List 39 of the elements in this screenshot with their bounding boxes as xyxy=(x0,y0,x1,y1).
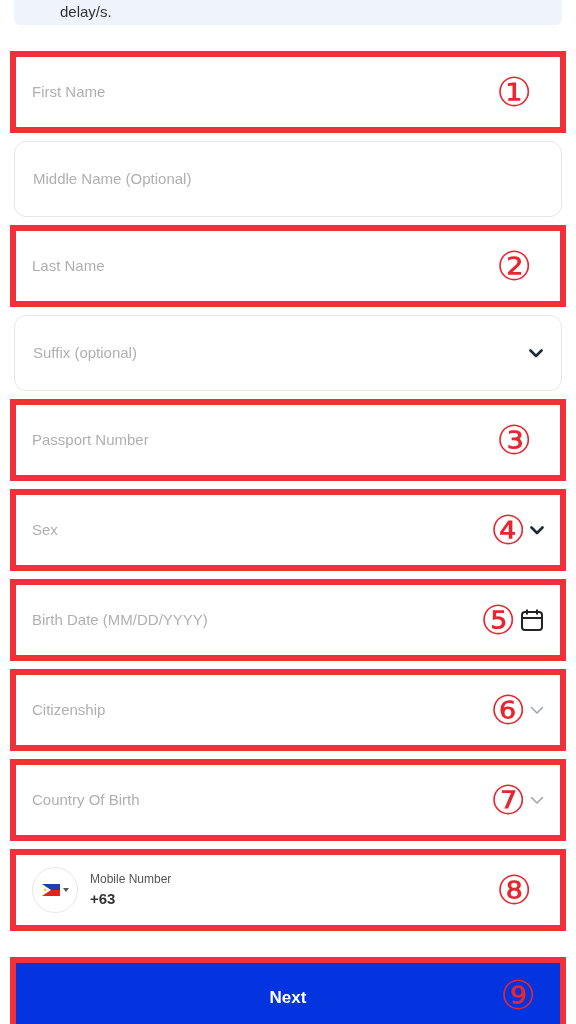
highlighted-field[interactable]: Birth Date (MM/DD/YYYY) ⑤ xyxy=(10,579,566,661)
step-number: ⑨ xyxy=(500,972,536,1018)
caret-icon xyxy=(62,888,69,892)
step-number: ③ xyxy=(496,420,532,460)
highlighted-field[interactable]: Country Of Birth ⑦ xyxy=(10,759,566,841)
placeholder-text: Suffix (optional) xyxy=(33,342,138,363)
step-number: ④ xyxy=(490,510,526,550)
step-number: ⑤ xyxy=(480,600,516,640)
step-number: ⑥ xyxy=(490,690,526,730)
notice-text: delay/s. xyxy=(60,4,112,19)
step-number: ⑧ xyxy=(496,866,532,913)
step-number: ⑦ xyxy=(490,780,526,820)
chevron-down-icon xyxy=(530,795,544,805)
highlighted-field[interactable]: Sex ④ xyxy=(10,489,566,571)
flag-icon xyxy=(41,884,60,896)
placeholder-text: Birth Date (MM/DD/YYYY) xyxy=(32,609,209,630)
placeholder-text: Passport Number xyxy=(32,429,150,450)
input-field[interactable]: Suffix (optional) xyxy=(14,315,562,391)
next-button[interactable]: Next ⑨ xyxy=(16,963,560,1024)
highlighted-field[interactable]: First Name ① xyxy=(10,51,566,133)
chevron-down-icon xyxy=(530,705,544,715)
chevron-down-icon xyxy=(530,525,544,535)
step-number: ① xyxy=(496,72,532,112)
placeholder-text: Sex xyxy=(32,519,59,540)
placeholder-text: Citizenship xyxy=(32,699,107,720)
field-label: Mobile Number xyxy=(90,870,173,888)
placeholder-text: Middle Name (Optional) xyxy=(33,168,193,189)
phone-value: +63 xyxy=(90,888,117,909)
highlighted-field[interactable]: Citizenship ⑥ xyxy=(10,669,566,751)
calendar-icon xyxy=(520,608,544,632)
placeholder-text: Last Name xyxy=(32,255,106,276)
step-number: ② xyxy=(496,246,532,286)
input-field[interactable]: Middle Name (Optional) xyxy=(14,141,562,217)
placeholder-text: First Name xyxy=(32,81,107,102)
highlighted-field[interactable]: Mobile Number +63 ⑧ xyxy=(10,849,566,931)
highlighted-field[interactable]: Last Name ② xyxy=(10,225,566,307)
chevron-down-icon xyxy=(529,348,543,358)
placeholder-text: Country Of Birth xyxy=(32,789,141,810)
highlighted-field[interactable]: Passport Number ③ xyxy=(10,399,566,481)
